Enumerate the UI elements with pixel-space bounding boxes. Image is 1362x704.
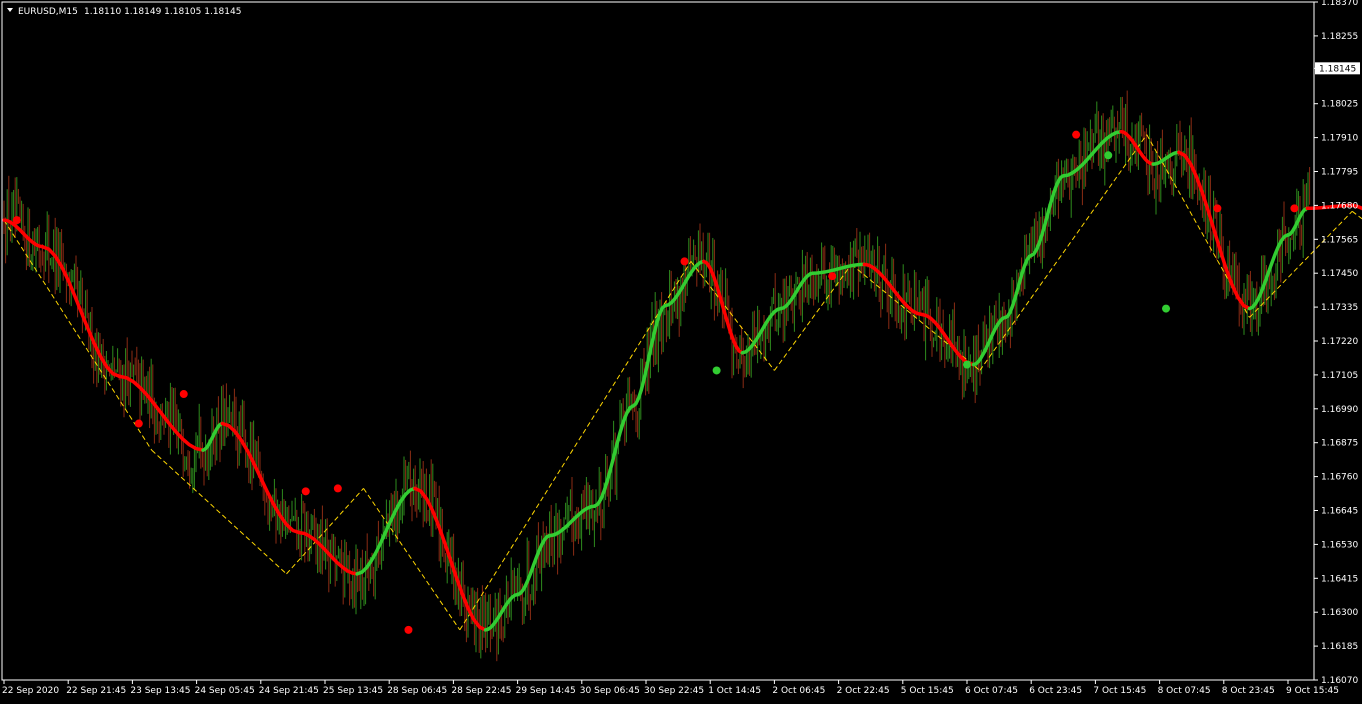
trend-dot	[712, 366, 721, 375]
trend-dot	[1072, 130, 1081, 139]
trend-dot	[963, 360, 971, 369]
price-chart[interactable]: 1.18370 1.18255 1.18145 1.18025 1.17910 1.177…	[0, 0, 1362, 700]
y-tick-label: 1.17565	[1321, 235, 1358, 245]
ohlc-values: 1.18110 1.18149 1.18105 1.18145	[84, 7, 241, 17]
x-tick-label: 30 Sep 22:45	[644, 686, 704, 696]
x-tick-label: 25 Sep 13:45	[323, 686, 383, 696]
x-tick-label: 30 Sep 06:45	[580, 686, 640, 696]
trend-dot	[179, 390, 188, 399]
trend-dot	[12, 216, 21, 225]
y-tick-label: 1.16760	[1321, 473, 1358, 483]
trend-dot	[333, 484, 342, 493]
x-tick-label: 2 Oct 22:45	[837, 686, 890, 696]
y-tick-label: 1.17105	[1321, 371, 1358, 381]
price-axis: 1.18370 1.18255 1.18145 1.18025 1.17910 1.177…	[1314, 0, 1360, 686]
y-tick-label: 1.17680	[1321, 201, 1358, 211]
x-tick-label: 24 Sep 21:45	[259, 686, 319, 696]
y-tick-label: 1.16875	[1321, 439, 1358, 449]
y-tick-label: 1.18255	[1321, 32, 1358, 42]
trend-dot	[1290, 204, 1299, 213]
y-tick-label: 1.16530	[1321, 540, 1358, 550]
x-tick-label: 28 Sep 06:45	[387, 686, 447, 696]
x-tick-label: 1 Oct 14:45	[708, 686, 761, 696]
chart-canvas[interactable]: 1.18370 1.18255 1.18145 1.18025 1.17910 1.177…	[0, 0, 1362, 700]
x-tick-label: 5 Oct 15:45	[901, 686, 954, 696]
x-tick-label: 28 Sep 22:45	[451, 686, 511, 696]
x-tick-label: 6 Oct 23:45	[1029, 686, 1082, 696]
y-tick-label: 1.16070	[1321, 676, 1358, 686]
current-price-label: 1.18145	[1319, 64, 1356, 74]
y-tick-label: 1.16300	[1321, 608, 1358, 618]
x-tick-label: 22 Sep 2020	[2, 686, 59, 696]
x-tick-label: 24 Sep 05:45	[195, 686, 255, 696]
x-tick-label: 8 Oct 07:45	[1158, 686, 1211, 696]
trend-dot	[680, 257, 689, 266]
y-tick-label: 1.18025	[1321, 100, 1358, 110]
trend-dot	[404, 625, 413, 634]
y-tick-label: 1.16185	[1321, 642, 1358, 652]
y-tick-label: 1.16990	[1321, 405, 1358, 415]
x-tick-label: 29 Sep 14:45	[516, 686, 576, 696]
x-tick-label: 8 Oct 23:45	[1222, 686, 1275, 696]
y-tick-label: 1.17910	[1321, 134, 1358, 144]
x-tick-label: 22 Sep 21:45	[66, 686, 126, 696]
y-tick-label: 1.16645	[1321, 507, 1358, 517]
x-tick-label: 6 Oct 07:45	[965, 686, 1018, 696]
y-tick-label: 1.18370	[1321, 0, 1358, 8]
y-tick-label: 1.16415	[1321, 574, 1358, 584]
x-tick-label: 2 Oct 06:45	[772, 686, 825, 696]
y-tick-label: 1.17335	[1321, 303, 1358, 313]
trend-dot	[828, 272, 837, 281]
chart-header: EURUSD,M15 1.18110 1.18149 1.18105 1.181…	[7, 7, 241, 17]
x-tick-label: 23 Sep 13:45	[130, 686, 190, 696]
trend-dot	[1213, 204, 1222, 213]
symbol-label: EURUSD,M15	[18, 7, 78, 17]
x-tick-label: 7 Oct 15:45	[1093, 686, 1146, 696]
x-tick-label: 9 Oct 15:45	[1286, 686, 1339, 696]
trend-dot	[1104, 151, 1113, 160]
trend-dot	[301, 487, 310, 496]
y-tick-label: 1.17795	[1321, 168, 1358, 178]
y-tick-label: 1.17450	[1321, 269, 1358, 279]
y-tick-label: 1.17220	[1321, 337, 1358, 347]
trend-dot	[1162, 304, 1171, 313]
chart-background	[0, 0, 1362, 700]
trend-dot	[134, 419, 143, 428]
